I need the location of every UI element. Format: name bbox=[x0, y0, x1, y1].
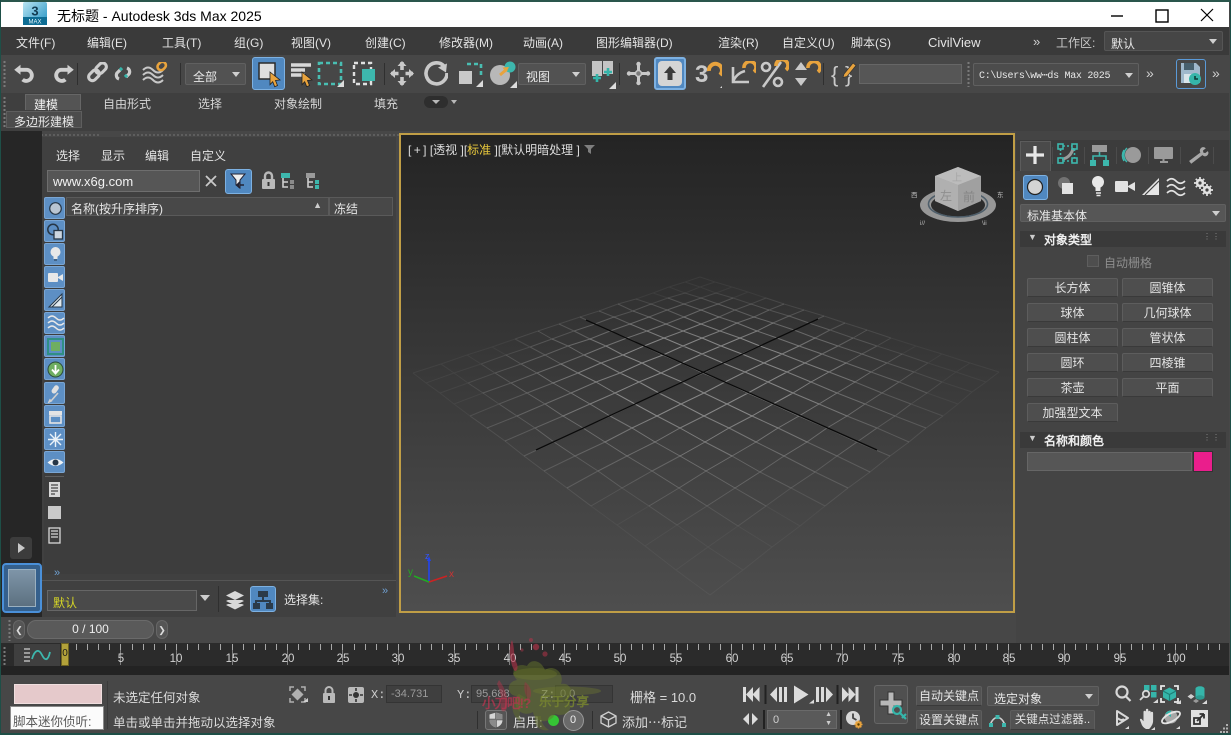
svg-text:20: 20 bbox=[282, 653, 295, 665]
svg-text:25: 25 bbox=[337, 653, 350, 665]
svg-text:100: 100 bbox=[1166, 653, 1185, 665]
svg-text:{: { bbox=[831, 62, 838, 87]
svg-text:左: 左 bbox=[940, 188, 952, 203]
svg-text:95: 95 bbox=[1114, 653, 1127, 665]
svg-text:西: 西 bbox=[911, 191, 918, 199]
svg-text:35: 35 bbox=[448, 653, 461, 665]
svg-text:乐于分享: 乐于分享 bbox=[539, 694, 590, 709]
svg-text:80: 80 bbox=[948, 653, 961, 665]
svg-text:东: 东 bbox=[997, 190, 1004, 199]
svg-text:小刀吧!?: 小刀吧!? bbox=[482, 696, 531, 711]
svg-text:85: 85 bbox=[1003, 653, 1016, 665]
svg-text:15: 15 bbox=[226, 653, 239, 665]
svg-text:70: 70 bbox=[836, 653, 849, 665]
svg-text:10: 10 bbox=[170, 653, 183, 665]
svg-text:MAX: MAX bbox=[28, 20, 41, 26]
svg-text:上: 上 bbox=[952, 172, 962, 184]
svg-text:前: 前 bbox=[963, 189, 975, 204]
svg-text:i//: i// bbox=[920, 220, 925, 227]
svg-text:60: 60 bbox=[726, 653, 739, 665]
svg-text:65: 65 bbox=[781, 653, 794, 665]
svg-text:\ii: \ii bbox=[982, 220, 987, 227]
svg-text:5: 5 bbox=[118, 653, 124, 665]
svg-text:75: 75 bbox=[892, 653, 905, 665]
svg-text:x: x bbox=[449, 569, 454, 580]
svg-text:y: y bbox=[408, 567, 413, 578]
svg-text:3: 3 bbox=[695, 61, 708, 88]
svg-text:3: 3 bbox=[31, 4, 38, 19]
svg-text:90: 90 bbox=[1058, 653, 1071, 665]
svg-text:30: 30 bbox=[392, 653, 405, 665]
